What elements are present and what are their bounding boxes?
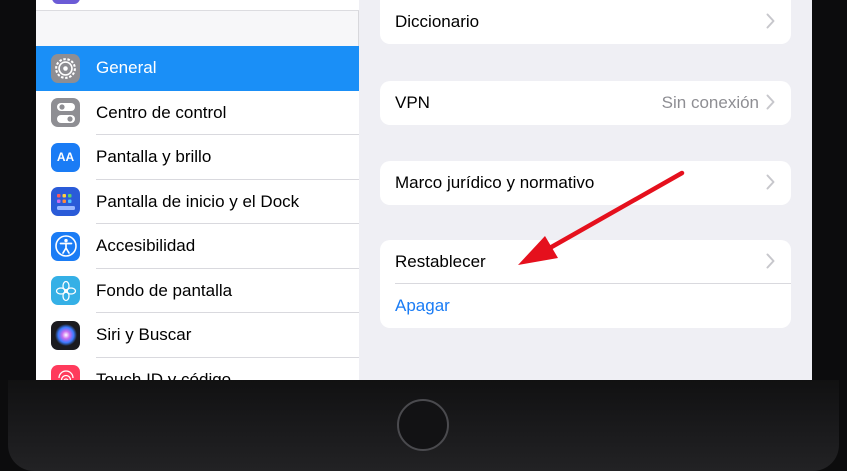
sidebar-item-wallpaper[interactable]: Fondo de pantalla xyxy=(36,268,359,313)
sidebar-item-control-center[interactable]: Centro de control xyxy=(36,90,359,135)
row-vpn[interactable]: VPN Sin conexión xyxy=(380,81,791,125)
row-legal-regulatory[interactable]: Marco jurídico y normativo xyxy=(380,161,791,205)
chevron-right-icon xyxy=(766,94,775,110)
accessibility-icon xyxy=(51,231,80,261)
row-label: VPN xyxy=(395,93,430,112)
shut-down-link[interactable]: Apagar xyxy=(395,296,450,316)
row-dictionary[interactable]: Diccionario xyxy=(380,0,791,44)
settings-screen: General Centro de control AA Pantalla y … xyxy=(36,0,812,380)
fingerprint-icon xyxy=(51,365,80,380)
sidebar-item-label: Touch ID y código xyxy=(96,369,232,380)
app-icon xyxy=(52,0,80,4)
gear-icon xyxy=(51,53,80,83)
row-label: Restablecer xyxy=(395,252,486,271)
sidebar-item-label: Accesibilidad xyxy=(96,236,196,256)
wallpaper-flower-icon xyxy=(51,276,80,306)
sidebar-item-siri-search[interactable]: Siri y Buscar xyxy=(36,313,359,358)
sidebar-item-label: Centro de control xyxy=(96,102,227,122)
toggles-icon xyxy=(51,98,80,128)
settings-sidebar: General Centro de control AA Pantalla y … xyxy=(36,0,359,380)
sidebar-item-label: General xyxy=(96,58,157,78)
sidebar-item-general[interactable]: General xyxy=(36,46,359,91)
display-icon-text: AA xyxy=(56,150,75,165)
home-button[interactable] xyxy=(397,399,449,451)
row-label: Marco jurídico y normativo xyxy=(395,173,595,192)
row-label: Diccionario xyxy=(395,12,480,31)
chevron-right-icon xyxy=(766,253,775,269)
display-brightness-icon: AA xyxy=(51,142,80,172)
sidebar-item-accessibility[interactable]: Accesibilidad xyxy=(36,224,359,269)
vpn-group: VPN Sin conexión xyxy=(380,81,791,125)
sidebar-item-display-brightness[interactable]: AA Pantalla y brillo xyxy=(36,135,359,180)
sidebar-item-label: Siri y Buscar xyxy=(96,325,192,345)
siri-icon xyxy=(51,320,80,350)
row-shut-down[interactable]: Apagar xyxy=(380,284,791,328)
home-screen-grid-icon xyxy=(51,187,80,217)
dictionary-group: Diccionario xyxy=(380,0,791,44)
sidebar-item-label: Pantalla de inicio y el Dock xyxy=(96,191,300,211)
chevron-right-icon xyxy=(766,174,775,190)
sidebar-item-label: Fondo de pantalla xyxy=(96,280,233,300)
row-reset[interactable]: Restablecer xyxy=(380,240,791,284)
general-detail-pane: Diccionario VPN Sin conexión Marco juríd… xyxy=(359,0,812,380)
sidebar-previous-item[interactable] xyxy=(36,0,359,11)
sidebar-list: General Centro de control AA Pantalla y … xyxy=(36,46,359,380)
sidebar-item-home-screen-dock[interactable]: Pantalla de inicio y el Dock xyxy=(36,179,359,224)
sidebar-item-touch-id[interactable]: Touch ID y código xyxy=(36,357,359,380)
chevron-right-icon xyxy=(766,13,775,29)
legal-group: Marco jurídico y normativo xyxy=(380,161,791,205)
reset-shutdown-group: Restablecer Apagar xyxy=(380,240,791,328)
sidebar-item-label: Pantalla y brillo xyxy=(96,147,212,167)
vpn-status: Sin conexión xyxy=(661,93,759,112)
